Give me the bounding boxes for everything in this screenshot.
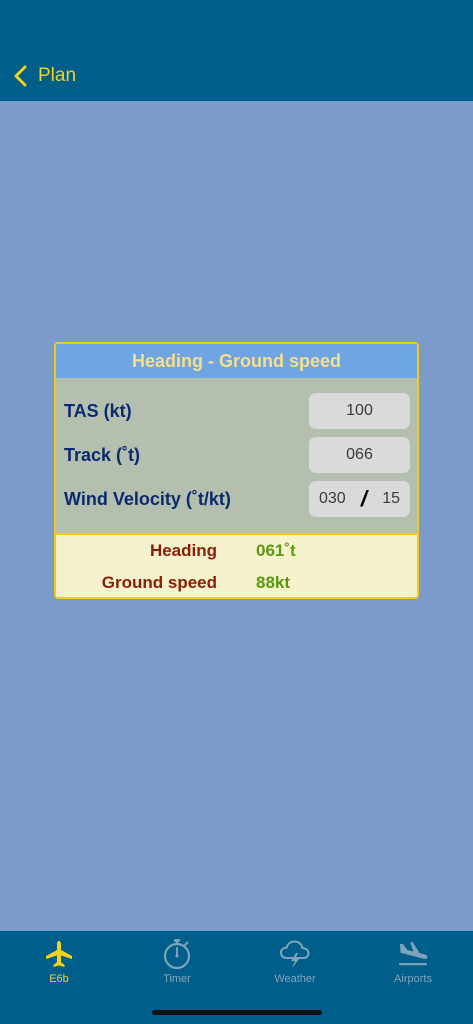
tab-airports[interactable]: Airports [354, 931, 472, 991]
heading-result-label: Heading [149, 541, 217, 560]
heading-ground-speed-card: Heading - Ground speed TAS (kt) 100 Trac… [54, 342, 419, 599]
tab-weather-label: Weather [274, 973, 316, 985]
navigation-bar: Plan [0, 0, 473, 101]
heading-result-value: 061˚t [256, 541, 296, 560]
ground-speed-result-value: 88kt [256, 573, 291, 592]
back-button[interactable]: Plan [12, 62, 76, 90]
airplane-landing-icon [396, 937, 430, 971]
wind-velocity-label: Wind Velocity (˚t/kt) [64, 489, 231, 509]
chevron-left-icon [12, 62, 34, 90]
tas-label: TAS (kt) [64, 401, 132, 421]
tab-airports-label: Airports [394, 973, 432, 985]
track-row: Track (˚t) 066 [56, 436, 417, 474]
wind-direction-input[interactable]: 030 [319, 490, 346, 508]
card-title: Heading - Ground speed [56, 344, 417, 378]
stopwatch-icon [160, 937, 194, 971]
wind-speed-input[interactable]: 15 [382, 490, 400, 508]
ground-speed-result-label: Ground speed [101, 573, 217, 592]
back-label: Plan [38, 65, 77, 86]
home-indicator[interactable] [152, 1010, 322, 1015]
tab-e6b[interactable]: E6b [0, 931, 118, 991]
storm-cloud-icon [278, 937, 312, 971]
tab-timer-label: Timer [163, 973, 191, 985]
wind-velocity-row: Wind Velocity (˚t/kt) 030 / 15 [56, 480, 417, 518]
tab-weather[interactable]: Weather [236, 931, 354, 991]
heading-result-row: Heading 061˚t [56, 537, 417, 565]
track-label: Track (˚t) [64, 445, 141, 465]
track-input[interactable]: 066 [309, 437, 410, 473]
tas-input[interactable]: 100 [309, 393, 410, 429]
tab-e6b-label: E6b [49, 973, 69, 985]
wind-separator: / [360, 486, 368, 511]
tas-row: TAS (kt) 100 [56, 392, 417, 430]
results-panel: Heading 061˚t Ground speed 88kt [56, 533, 417, 597]
wind-velocity-input[interactable]: 030 / 15 [309, 481, 410, 517]
ground-speed-result-row: Ground speed 88kt [56, 569, 417, 597]
airplane-icon [42, 937, 76, 971]
tab-timer[interactable]: Timer [118, 931, 236, 991]
